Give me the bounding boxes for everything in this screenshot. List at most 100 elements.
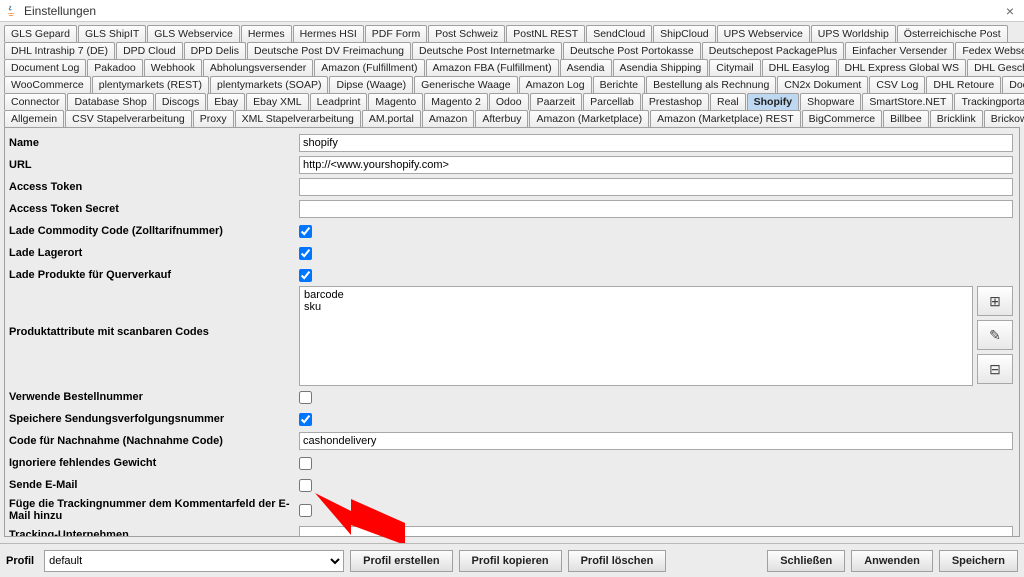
- tab-einfacher-versender[interactable]: Einfacher Versender: [845, 42, 954, 59]
- tab-real[interactable]: Real: [710, 93, 746, 110]
- close-icon[interactable]: ×: [1000, 3, 1020, 19]
- tab-smartstore-net[interactable]: SmartStore.NET: [862, 93, 953, 110]
- access-token-input[interactable]: [299, 178, 1013, 196]
- tab-shopify[interactable]: Shopify: [747, 93, 800, 110]
- apply-button[interactable]: Anwenden: [851, 550, 933, 572]
- tab-amazon-marketplace-[interactable]: Amazon (Marketplace): [529, 110, 649, 127]
- tab-post-schweiz[interactable]: Post Schweiz: [428, 25, 505, 42]
- scan-add-button[interactable]: ⊞: [977, 286, 1013, 316]
- tab-pdf-form[interactable]: PDF Form: [365, 25, 427, 42]
- tab-ebay-xml[interactable]: Ebay XML: [246, 93, 308, 110]
- save-button[interactable]: Speichern: [939, 550, 1018, 572]
- tab-brickowl[interactable]: Brickowl: [984, 110, 1024, 127]
- tab-deutschepost-packageplus[interactable]: Deutschepost PackagePlus: [702, 42, 844, 59]
- scan-edit-button[interactable]: ✎: [977, 320, 1013, 350]
- tab-asendia-shipping[interactable]: Asendia Shipping: [613, 59, 709, 76]
- tab-dhl-easylog[interactable]: DHL Easylog: [762, 59, 837, 76]
- tab-dpd-delis[interactable]: DPD Delis: [184, 42, 246, 59]
- tab-afterbuy[interactable]: Afterbuy: [475, 110, 528, 127]
- tab-document-log[interactable]: Document Log: [4, 59, 86, 76]
- tab-bigcommerce[interactable]: BigCommerce: [802, 110, 883, 127]
- profil-copy-button[interactable]: Profil kopieren: [459, 550, 562, 572]
- tab-ups-worldship[interactable]: UPS Worldship: [811, 25, 896, 42]
- name-input[interactable]: [299, 134, 1013, 152]
- tab-database-shop[interactable]: Database Shop: [67, 93, 153, 110]
- tab-connector[interactable]: Connector: [4, 93, 66, 110]
- tab-deutsche-post-dv-freimachung[interactable]: Deutsche Post DV Freimachung: [247, 42, 411, 59]
- tab-allgemein[interactable]: Allgemein: [4, 110, 64, 127]
- tab-dhl-retoure[interactable]: DHL Retoure: [926, 76, 1001, 93]
- tab-abholungsversender[interactable]: Abholungsversender: [203, 59, 313, 76]
- tab-asendia[interactable]: Asendia: [560, 59, 612, 76]
- tab-berichte[interactable]: Berichte: [593, 76, 646, 93]
- gewicht-checkbox[interactable]: [299, 457, 312, 470]
- tab-magento[interactable]: Magento: [368, 93, 423, 110]
- tab-deutsche-post-portokasse[interactable]: Deutsche Post Portokasse: [563, 42, 701, 59]
- tab-paarzeit[interactable]: Paarzeit: [530, 93, 583, 110]
- commodity-checkbox[interactable]: [299, 225, 312, 238]
- access-token-secret-input[interactable]: [299, 200, 1013, 218]
- bestellnummer-checkbox[interactable]: [299, 391, 312, 404]
- tab-amazon-marketplace-rest[interactable]: Amazon (Marketplace) REST: [650, 110, 801, 127]
- tab-dhl-gesch-ftskundenversand[interactable]: DHL Geschäftskundenversand: [967, 59, 1024, 76]
- tab--sterreichische-post[interactable]: Österreichische Post: [897, 25, 1008, 42]
- tab-gls-webservice[interactable]: GLS Webservice: [147, 25, 240, 42]
- tab-prestashop[interactable]: Prestashop: [642, 93, 709, 110]
- tab-plentymarkets-rest-[interactable]: plentymarkets (REST): [92, 76, 209, 93]
- tab-amazon[interactable]: Amazon: [422, 110, 475, 127]
- tab-amazon-fulfillment-[interactable]: Amazon (Fulfillment): [314, 59, 424, 76]
- tab-document-downloader[interactable]: Document Downloader: [1002, 76, 1024, 93]
- profil-select[interactable]: default: [44, 550, 344, 572]
- lagerort-checkbox[interactable]: [299, 247, 312, 260]
- tab-magento-2[interactable]: Magento 2: [424, 93, 488, 110]
- tab-trackingportal[interactable]: Trackingportal: [954, 93, 1024, 110]
- tab-discogs[interactable]: Discogs: [155, 93, 206, 110]
- tab-leadprint[interactable]: Leadprint: [310, 93, 368, 110]
- tab-generische-waage[interactable]: Generische Waage: [414, 76, 518, 93]
- tab-parcellab[interactable]: Parcellab: [583, 93, 641, 110]
- tab-hermes[interactable]: Hermes: [241, 25, 292, 42]
- tab-amazon-log[interactable]: Amazon Log: [519, 76, 592, 93]
- tab-dhl-intraship-7-de-[interactable]: DHL Intraship 7 (DE): [4, 42, 115, 59]
- tab-shopware[interactable]: Shopware: [800, 93, 861, 110]
- close-button[interactable]: Schließen: [767, 550, 845, 572]
- tab-cn2x-dokument[interactable]: CN2x Dokument: [777, 76, 868, 93]
- tab-postnl-rest[interactable]: PostNL REST: [506, 25, 585, 42]
- tab-am-portal[interactable]: AM.portal: [362, 110, 421, 127]
- tab-webhook[interactable]: Webhook: [144, 59, 202, 76]
- scan-textarea[interactable]: barcode sku: [299, 286, 973, 386]
- tab-bricklink[interactable]: Bricklink: [930, 110, 983, 127]
- querverkauf-checkbox[interactable]: [299, 269, 312, 282]
- sende-email-checkbox[interactable]: [299, 479, 312, 492]
- scan-remove-button[interactable]: ⊟: [977, 354, 1013, 384]
- profil-delete-button[interactable]: Profil löschen: [568, 550, 667, 572]
- tab-xml-stapelverarbeitung[interactable]: XML Stapelverarbeitung: [235, 110, 361, 127]
- tab-gls-shipit[interactable]: GLS ShipIT: [78, 25, 146, 42]
- tab-dipse-waage-[interactable]: Dipse (Waage): [329, 76, 413, 93]
- tab-proxy[interactable]: Proxy: [193, 110, 234, 127]
- tab-plentymarkets-soap-[interactable]: plentymarkets (SOAP): [210, 76, 328, 93]
- cod-input[interactable]: [299, 432, 1013, 450]
- sendungsverfolgung-checkbox[interactable]: [299, 413, 312, 426]
- tab-gls-gepard[interactable]: GLS Gepard: [4, 25, 77, 42]
- tab-odoo[interactable]: Odoo: [489, 93, 529, 110]
- tab-csv-stapelverarbeitung[interactable]: CSV Stapelverarbeitung: [65, 110, 192, 127]
- tab-deutsche-post-internetmarke[interactable]: Deutsche Post Internetmarke: [412, 42, 562, 59]
- tab-dpd-cloud[interactable]: DPD Cloud: [116, 42, 183, 59]
- tab-csv-log[interactable]: CSV Log: [869, 76, 925, 93]
- tab-dhl-express-global-ws[interactable]: DHL Express Global WS: [838, 59, 967, 76]
- tab-hermes-hsi[interactable]: Hermes HSI: [293, 25, 364, 42]
- url-input[interactable]: [299, 156, 1013, 174]
- tab-fedex-webservice[interactable]: Fedex Webservice: [955, 42, 1024, 59]
- tab-ups-webservice[interactable]: UPS Webservice: [717, 25, 810, 42]
- tab-ebay[interactable]: Ebay: [207, 93, 245, 110]
- tab-shipcloud[interactable]: ShipCloud: [653, 25, 715, 42]
- profil-create-button[interactable]: Profil erstellen: [350, 550, 452, 572]
- tab-bestellung-als-rechnung[interactable]: Bestellung als Rechnung: [646, 76, 776, 93]
- tab-pakadoo[interactable]: Pakadoo: [87, 59, 142, 76]
- tab-billbee[interactable]: Billbee: [883, 110, 929, 127]
- tracking-company-input[interactable]: [299, 526, 1013, 537]
- tab-sendcloud[interactable]: SendCloud: [586, 25, 652, 42]
- tab-woocommerce[interactable]: WooCommerce: [4, 76, 91, 93]
- tracking-email-checkbox[interactable]: [299, 504, 312, 517]
